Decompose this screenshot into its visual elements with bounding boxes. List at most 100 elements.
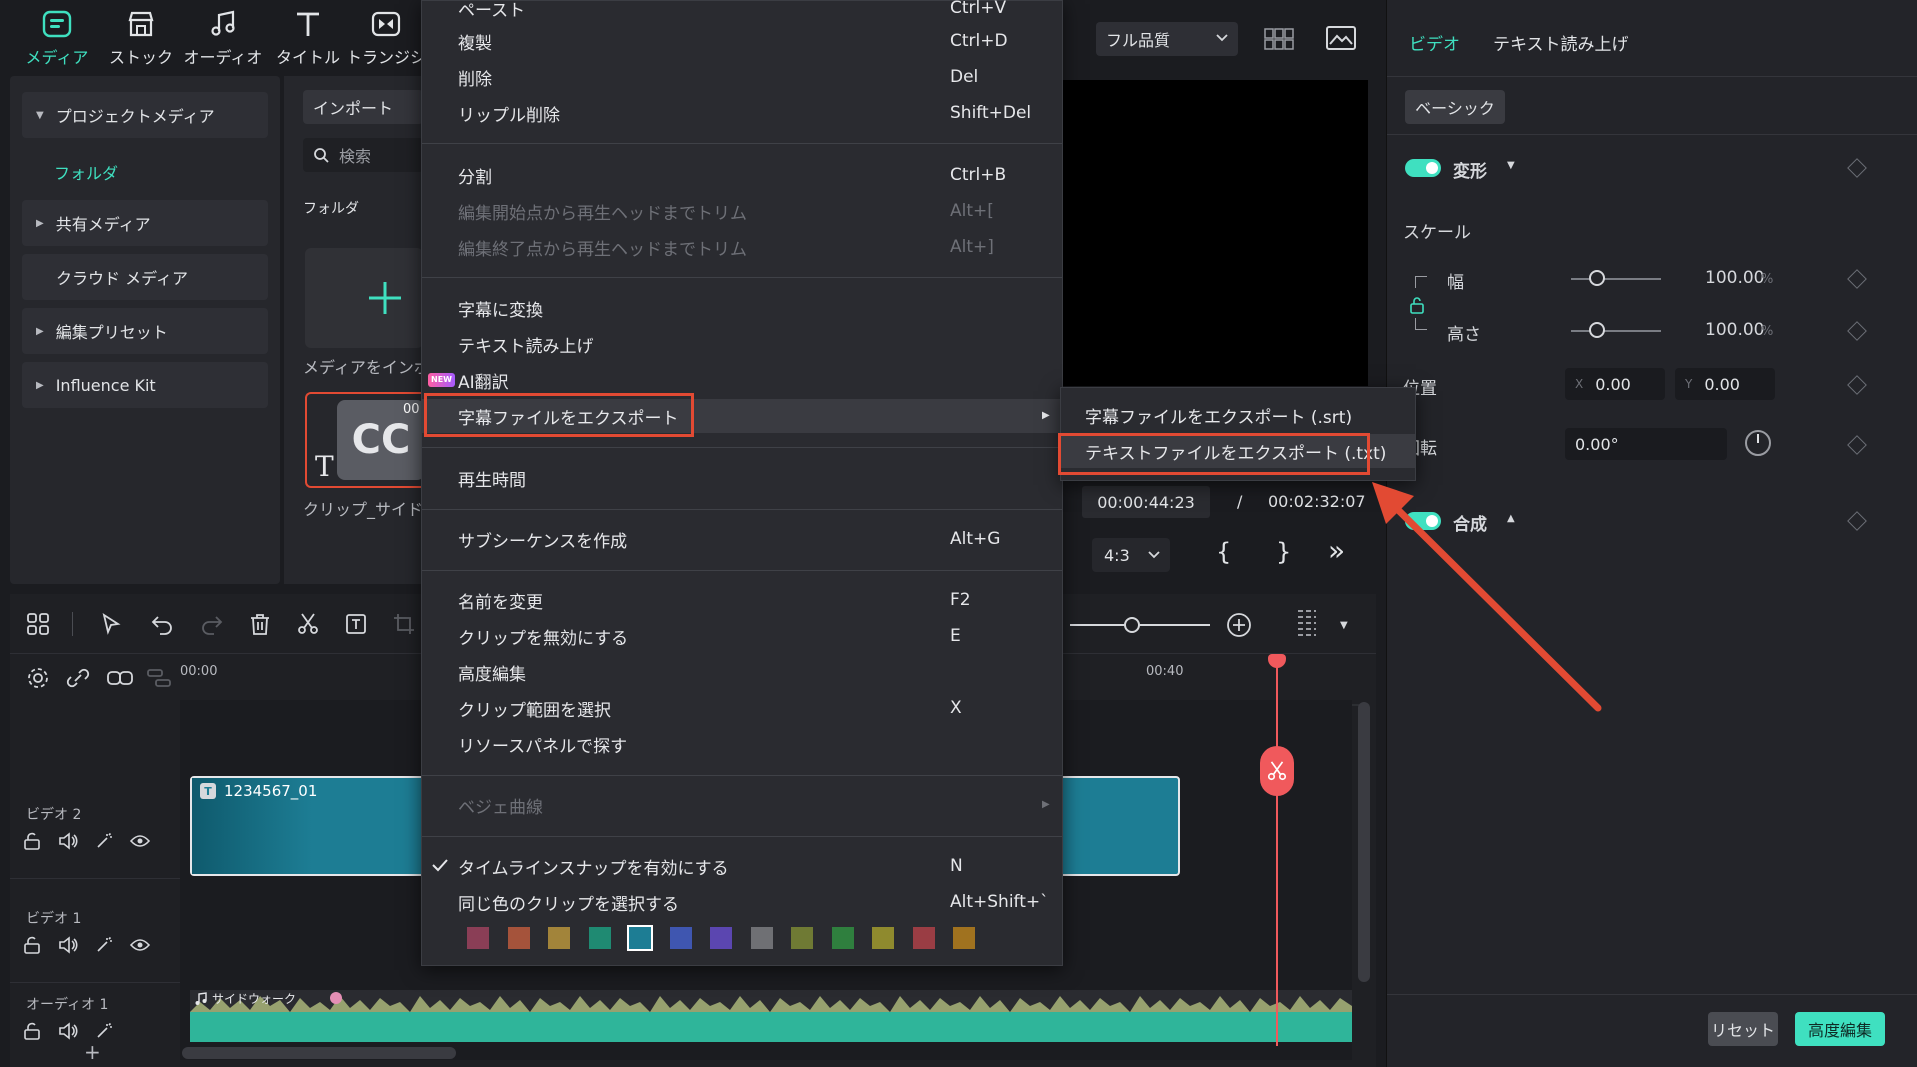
color-swatch[interactable] [548,927,570,949]
caret-down-icon[interactable]: ▼ [1507,160,1515,171]
lock-icon[interactable] [1409,296,1425,314]
mark-out-button[interactable]: } [1276,538,1291,566]
toolbar-audio[interactable]: オーディオ [180,10,266,72]
more-controls-button[interactable]: » [1328,534,1345,567]
toolbar-stock[interactable]: ストック [98,10,184,72]
color-swatch[interactable] [669,927,692,949]
tab-video[interactable]: ビデオ [1409,30,1460,55]
current-time[interactable]: 00:00:44:23 [1082,486,1210,518]
track-density-icon[interactable] [1296,608,1318,640]
transform-toggle[interactable] [1405,159,1441,177]
import-dropdown[interactable]: インポート [303,90,423,124]
color-swatch[interactable] [750,927,773,949]
color-swatch[interactable] [831,927,854,949]
menu-item-text-to-speech[interactable]: テキスト読み上げ [422,327,1062,361]
menu-item-rename[interactable]: 名前を変更 F2 [422,583,1062,617]
zoom-in-plus-icon[interactable] [1226,612,1252,638]
keyframe-diamond-icon[interactable] [1847,158,1867,178]
menu-item-advanced-edit[interactable]: 高度編集 [422,655,1062,689]
keyframe-diamond-icon[interactable] [1847,375,1867,395]
menu-item-trim-end[interactable]: 編集終了点から再生ヘッドまでトリム Alt+] [422,230,1062,264]
menu-item-duplicate[interactable]: 複製 Ctrl+D [422,24,1062,58]
toolbar-title[interactable]: タイトル [265,10,351,72]
search-input[interactable]: 検索 [303,138,423,172]
tab-text-to-speech[interactable]: テキスト読み上げ [1493,30,1629,55]
eye-icon[interactable] [130,936,150,954]
link-chain-icon[interactable] [106,666,134,690]
keyframe-diamond-icon[interactable] [1847,435,1867,455]
width-value[interactable]: 100.00 [1705,268,1764,288]
rotate-field[interactable]: 0.00° [1565,428,1727,460]
zoom-slider-knob[interactable] [1124,617,1140,633]
advanced-edit-button[interactable]: 高度編集 [1795,1012,1885,1046]
menu-item-convert-subtitles[interactable]: 字幕に変換 [422,291,1062,325]
sidebar-item-folder[interactable]: フォルダ [54,160,118,184]
menu-item-select-same-color[interactable]: 同じ色のクリップを選択する Alt+Shift+` [422,885,1062,919]
preview-screen[interactable] [1062,80,1368,386]
horizontal-scrollbar[interactable] [182,1047,456,1059]
toolbar-media[interactable]: メディア [14,10,100,72]
menu-item-timeline-snap[interactable]: タイムラインスナップを有効にする N [422,849,1062,883]
eye-icon[interactable] [130,832,150,850]
text-box-icon[interactable] [344,612,368,636]
reset-button[interactable]: リセット [1708,1012,1778,1046]
sidebar-item-shared-media[interactable]: ▶ 共有メディア [22,200,268,246]
menu-item-delete[interactable]: 削除 Del [422,60,1062,94]
color-swatch[interactable] [467,927,489,949]
vertical-scrollbar[interactable] [1358,702,1370,982]
color-swatch[interactable] [872,927,894,949]
menu-item-select-clip-range[interactable]: クリップ範囲を選択 X [422,691,1062,725]
speaker-icon[interactable] [58,832,78,850]
magic-wand-icon[interactable] [94,1022,114,1040]
zoom-slider-track[interactable] [1070,624,1210,626]
speaker-icon[interactable] [58,936,78,954]
height-slider-knob[interactable] [1589,322,1605,338]
keyframe-diamond-icon[interactable] [1847,511,1867,531]
menu-item-create-subsequence[interactable]: サブシーケンスを作成 Alt+G [422,522,1062,556]
menu-item-duration[interactable]: 再生時間 [422,461,1062,495]
menu-item-paste[interactable]: ペースト Ctrl+V [422,0,1062,25]
color-swatch[interactable] [588,927,611,949]
width-slider-knob[interactable] [1589,270,1605,286]
sidebar-item-project-media[interactable]: ▼ プロジェクトメディア [22,92,268,138]
undo-icon[interactable] [150,612,174,636]
menu-item-trim-start[interactable]: 編集開始点から再生ヘッドまでトリム Alt+[ [422,194,1062,228]
crop-icon[interactable] [392,612,416,636]
menu-item-bezier-curve[interactable]: ベジェ曲線 ▶ [422,788,1062,822]
height-slider-track[interactable] [1571,330,1661,332]
menu-item-find-in-resource-panel[interactable]: リソースパネルで探す [422,727,1062,761]
caret-down-icon[interactable]: ▼ [1340,620,1348,631]
delete-trash-icon[interactable] [248,612,272,636]
sidebar-item-cloud-media[interactable]: クラウド メディア [22,254,268,300]
select-cursor-icon[interactable] [100,612,124,636]
menu-item-ripple-delete[interactable]: リップル削除 Shift+Del [422,96,1062,130]
menu-item-split[interactable]: 分割 Ctrl+B [422,158,1062,192]
magic-wand-icon[interactable] [94,832,114,850]
toolbar-transition[interactable]: トランジシ [350,10,422,72]
keyframe-diamond-icon[interactable] [1847,269,1867,289]
mark-in-button[interactable]: { [1216,538,1231,566]
menu-item-disable-clip[interactable]: クリップを無効にする E [422,619,1062,653]
color-swatch[interactable] [953,927,975,949]
sidebar-item-edit-presets[interactable]: ▶ 編集プリセット [22,308,268,354]
track-stack-icon[interactable] [146,666,172,690]
snapshot-image-icon[interactable] [1326,26,1356,50]
quality-dropdown[interactable]: フル品質 [1096,22,1238,56]
magic-wand-icon[interactable] [94,936,114,954]
rotate-dial-icon[interactable] [1743,428,1773,458]
color-swatch[interactable] [507,927,530,949]
playhead-split-button[interactable] [1260,746,1294,796]
lock-icon[interactable] [22,832,42,850]
position-x-field[interactable]: X 0.00 [1565,368,1665,400]
aspect-dropdown[interactable]: 4:3 [1092,538,1170,572]
height-value[interactable]: 100.00 [1705,320,1764,340]
import-media-tile[interactable] [305,248,423,348]
color-swatch[interactable] [627,925,653,951]
lock-icon[interactable] [22,936,42,954]
speaker-icon[interactable] [58,1022,78,1040]
position-y-field[interactable]: Y 0.00 [1675,368,1775,400]
layout-grid-icon[interactable] [26,612,50,636]
scissors-icon[interactable] [296,612,320,636]
clip-thumbnail[interactable]: CC 00: T [305,392,425,488]
lock-icon[interactable] [22,1022,42,1040]
